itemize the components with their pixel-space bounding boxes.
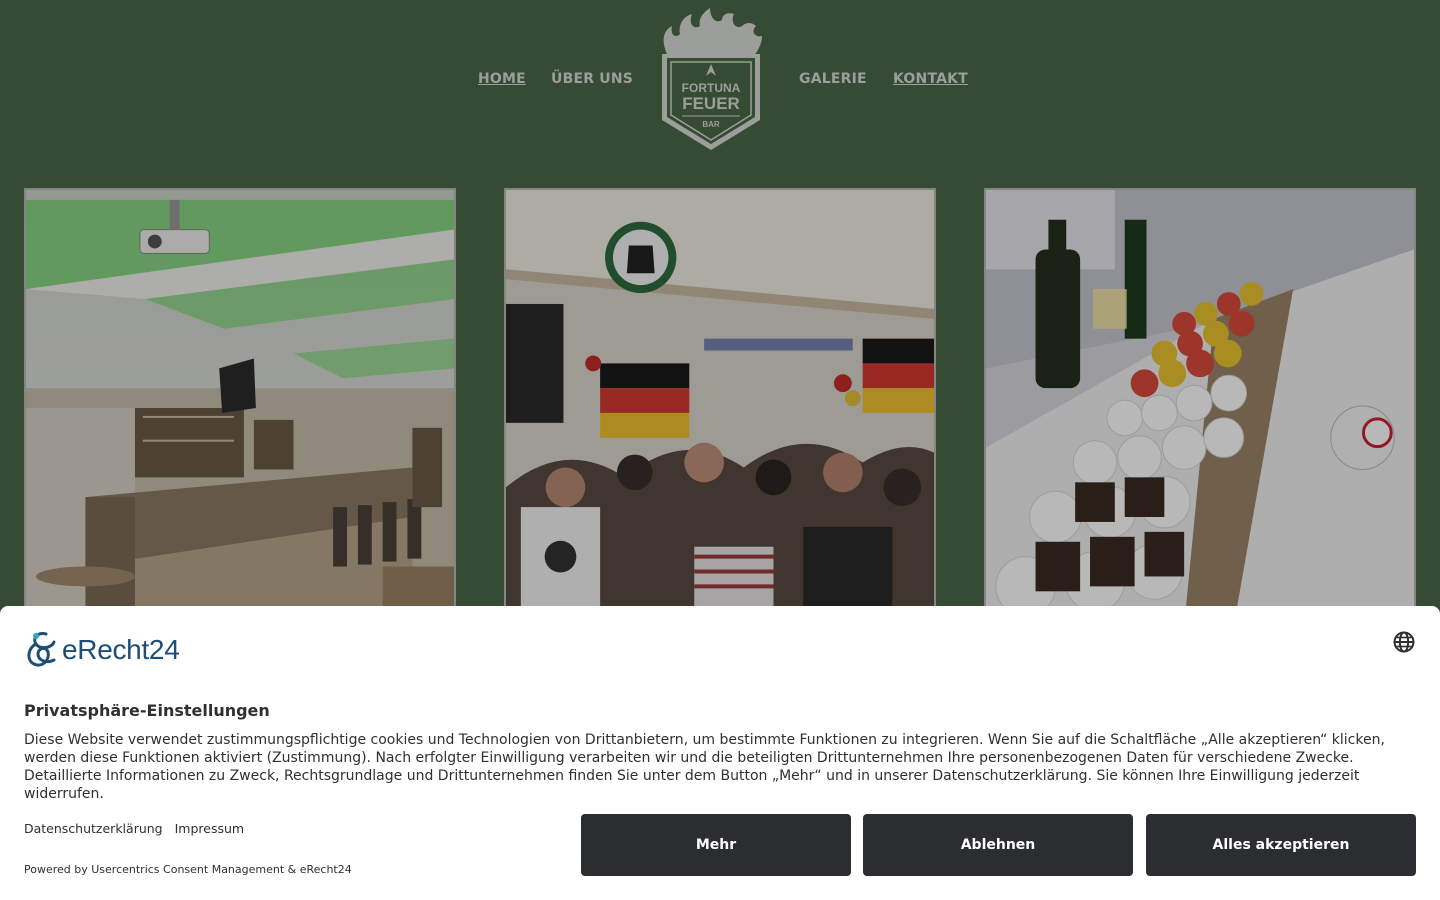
- consent-links: Datenschutzerklärung Impressum: [24, 821, 244, 836]
- consent-description: Diese Website verwendet zustimmungspflic…: [24, 732, 1385, 802]
- erecht24-logo: eRecht24: [24, 630, 194, 670]
- more-button[interactable]: Mehr: [581, 814, 851, 876]
- brand-name: eRecht24: [62, 634, 180, 665]
- cookie-consent-banner: eRecht24 Privatsphäre-Einstellungen Dies…: [0, 606, 1440, 900]
- privacy-policy-link[interactable]: Datenschutzerklärung: [24, 821, 163, 836]
- erecht24-ampersand-icon: [27, 632, 56, 667]
- accept-all-button[interactable]: Alles akzeptieren: [1146, 814, 1416, 876]
- deny-button[interactable]: Ablehnen: [863, 814, 1133, 876]
- consent-title: Privatsphäre-Einstellungen: [24, 701, 270, 720]
- powered-by-text: Powered by Usercentrics Consent Manageme…: [24, 863, 352, 876]
- imprint-link[interactable]: Impressum: [175, 821, 244, 836]
- language-globe-icon[interactable]: [1392, 630, 1416, 654]
